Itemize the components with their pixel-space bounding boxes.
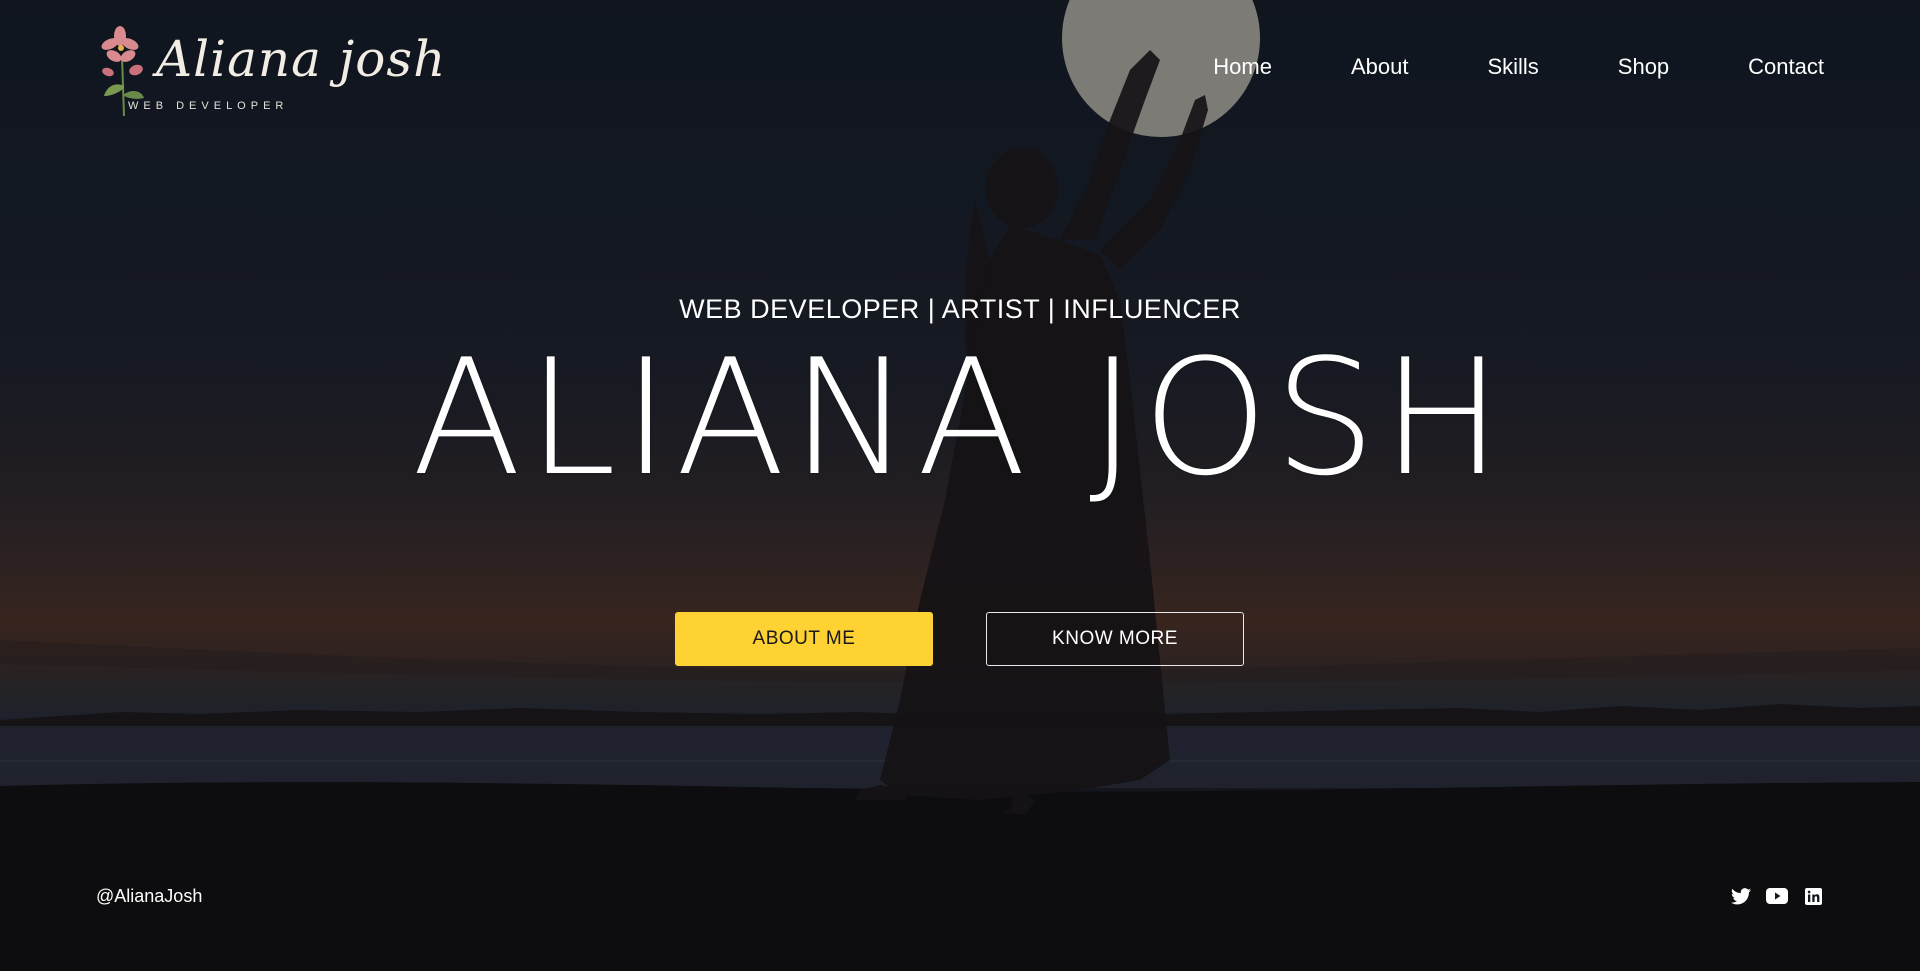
nav-item-shop[interactable]: Shop <box>1618 54 1669 80</box>
nav-item-home[interactable]: Home <box>1213 54 1272 80</box>
main-nav: Home About Skills Shop Contact <box>1134 54 1824 80</box>
brand-logo[interactable]: Aliana josh WEB DEVELOPER <box>96 26 445 122</box>
nav-item-skills[interactable]: Skills <box>1487 54 1538 80</box>
logo-script-text: Aliana josh <box>156 30 447 88</box>
hero-tagline: WEB DEVELOPER | ARTIST | INFLUENCER <box>679 294 1241 324</box>
hero-section: Aliana josh WEB DEVELOPER Home About Ski… <box>0 0 1920 971</box>
linkedin-icon[interactable] <box>1802 886 1824 906</box>
hero-name-heading: ALIANA JOSH <box>411 324 1509 511</box>
know-more-button[interactable]: KNOW MORE <box>986 612 1244 666</box>
about-me-button[interactable]: ABOUT ME <box>675 612 933 666</box>
nav-item-about[interactable]: About <box>1351 54 1409 80</box>
logo-subtitle: WEB DEVELOPER <box>128 100 289 112</box>
nav-item-contact[interactable]: Contact <box>1748 54 1824 80</box>
youtube-icon[interactable] <box>1766 886 1788 906</box>
twitter-icon[interactable] <box>1730 886 1752 906</box>
social-links <box>1730 886 1824 906</box>
social-handle[interactable]: @AlianaJosh <box>96 886 202 907</box>
